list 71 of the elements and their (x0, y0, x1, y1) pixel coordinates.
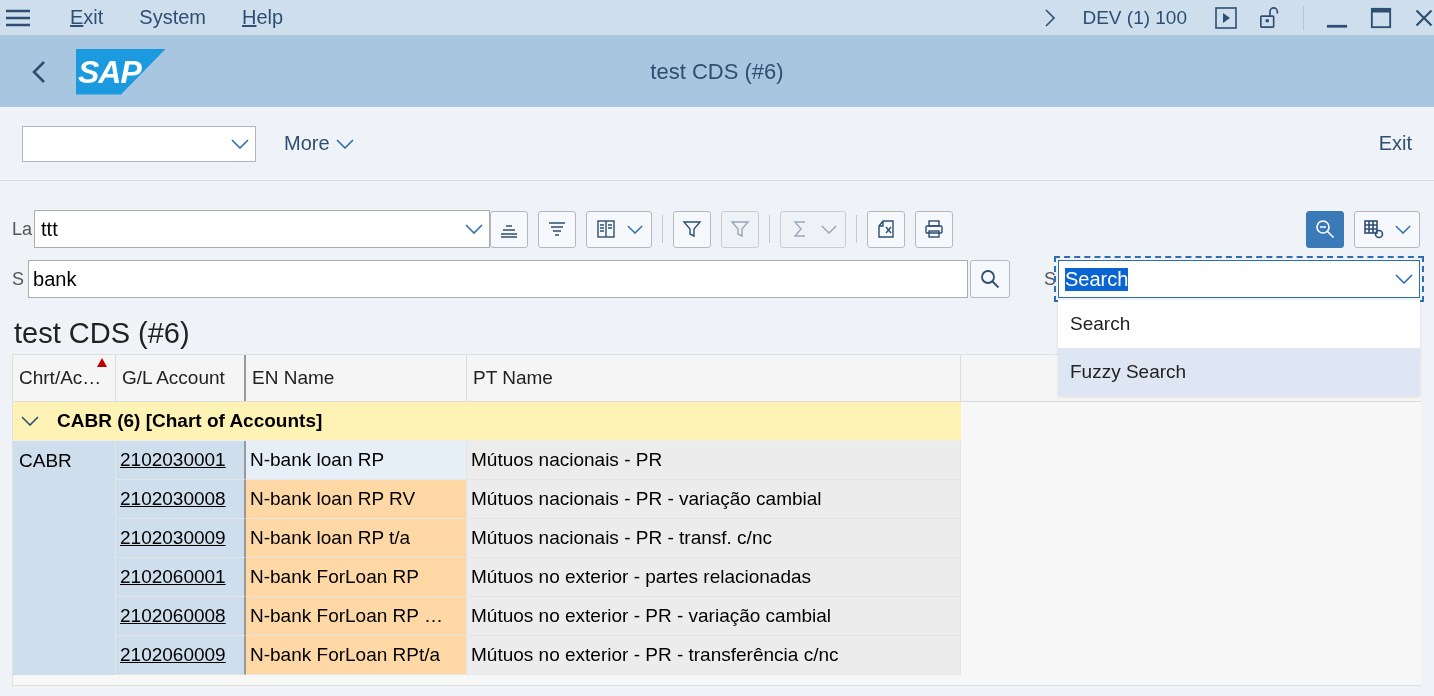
chevron-down-icon (465, 224, 484, 234)
table-cell: Mútuos no exterior - partes relacionadas (467, 558, 961, 597)
table-cell: Mútuos nacionais - PR - variação cambial (467, 480, 961, 519)
command-field[interactable] (22, 125, 256, 162)
sort-asc-button[interactable] (490, 210, 529, 248)
unlock-icon[interactable] (1259, 6, 1281, 29)
play-icon[interactable] (1215, 6, 1237, 29)
column-header[interactable]: EN Name (246, 355, 467, 401)
chevron-down-icon (1395, 274, 1413, 284)
system-info: DEV (1) 100 (1082, 6, 1187, 29)
table-title: test CDS (#6) (14, 317, 190, 350)
account-link[interactable]: 2102030008 (120, 488, 226, 510)
group-row[interactable]: CABR (6) [Chart of Accounts] (13, 402, 961, 441)
zoom-out-button[interactable] (1306, 210, 1344, 248)
menu-item[interactable]: System (139, 6, 207, 29)
layout-dropdown[interactable]: ttt (34, 210, 491, 248)
dropdown-option[interactable]: Fuzzy Search (1058, 348, 1420, 396)
column-header[interactable]: PT Name (467, 355, 961, 401)
table-cell: N-bank loan RP t/a (246, 519, 467, 558)
table-cell: Mútuos no exterior - PR - transferência c/nc (467, 636, 961, 675)
menu-item[interactable]: Help (242, 6, 284, 29)
window-title: test CDS (#6) (650, 58, 784, 85)
settings-icon (1363, 218, 1385, 240)
chevron-right-icon[interactable] (1044, 7, 1057, 28)
sap-logo: SAP (76, 48, 166, 95)
table-cell: Mútuos nacionais - PR (467, 441, 961, 480)
table-cell: N-bank ForLoan RPt/a (246, 636, 467, 675)
print-icon (923, 218, 946, 240)
table-cell: N-bank ForLoan RP (246, 558, 467, 597)
chevron-down-icon (1395, 224, 1411, 234)
table-cell: N-bank ForLoan RP … (246, 597, 467, 636)
search-button[interactable] (970, 260, 1010, 298)
filter-button[interactable] (673, 210, 712, 248)
columns-button[interactable] (586, 210, 653, 248)
sort-desc-button[interactable] (538, 210, 577, 248)
account-link[interactable]: 2102060001 (120, 566, 226, 588)
filter-icon (681, 218, 704, 240)
column-header[interactable]: Chrt/Ac… (13, 355, 116, 401)
chevron-down-icon (335, 138, 354, 149)
search-label: S (12, 268, 24, 290)
search-field[interactable]: bank (28, 260, 969, 298)
chevron-down-icon (627, 224, 644, 234)
export-button[interactable] (867, 210, 906, 248)
zoom-out-icon (1314, 218, 1336, 240)
dropdown-option[interactable]: Search (1058, 300, 1420, 348)
maximize-icon[interactable] (1370, 6, 1392, 29)
settings-button[interactable] (1354, 210, 1420, 248)
filter-delete-icon (729, 218, 752, 240)
table-cell: CABR (13, 441, 116, 480)
table-cell: N-bank loan RP RV (246, 480, 467, 519)
more-button[interactable]: More (278, 131, 360, 156)
exit-button[interactable]: Exit (1372, 131, 1418, 156)
chevron-down-icon (231, 138, 249, 149)
menu-item[interactable]: Exit (70, 6, 104, 29)
layout-label: La (12, 218, 33, 240)
table-cell: Mútuos nacionais - PR - transf. c/nc (467, 519, 961, 558)
account-link[interactable]: 2102060009 (120, 644, 226, 666)
search-icon (979, 268, 1002, 290)
chevron-down-icon (21, 416, 39, 426)
group-label: CABR (6) [Chart of Accounts] (57, 410, 323, 432)
account-link[interactable]: 2102060008 (120, 605, 226, 627)
chevron-down-icon (821, 224, 838, 234)
table-cell: Mútuos no exterior - PR - variação cambial (467, 597, 961, 636)
sort-indicator-icon (97, 358, 107, 367)
account-link[interactable]: 2102030001 (120, 449, 226, 471)
back-icon[interactable] (32, 59, 46, 84)
menu-icon[interactable] (6, 8, 30, 27)
table-cell: N-bank loan RP (246, 441, 467, 480)
columns-icon (595, 218, 618, 240)
account-link[interactable]: 2102030009 (120, 527, 226, 549)
print-button[interactable] (915, 210, 954, 248)
